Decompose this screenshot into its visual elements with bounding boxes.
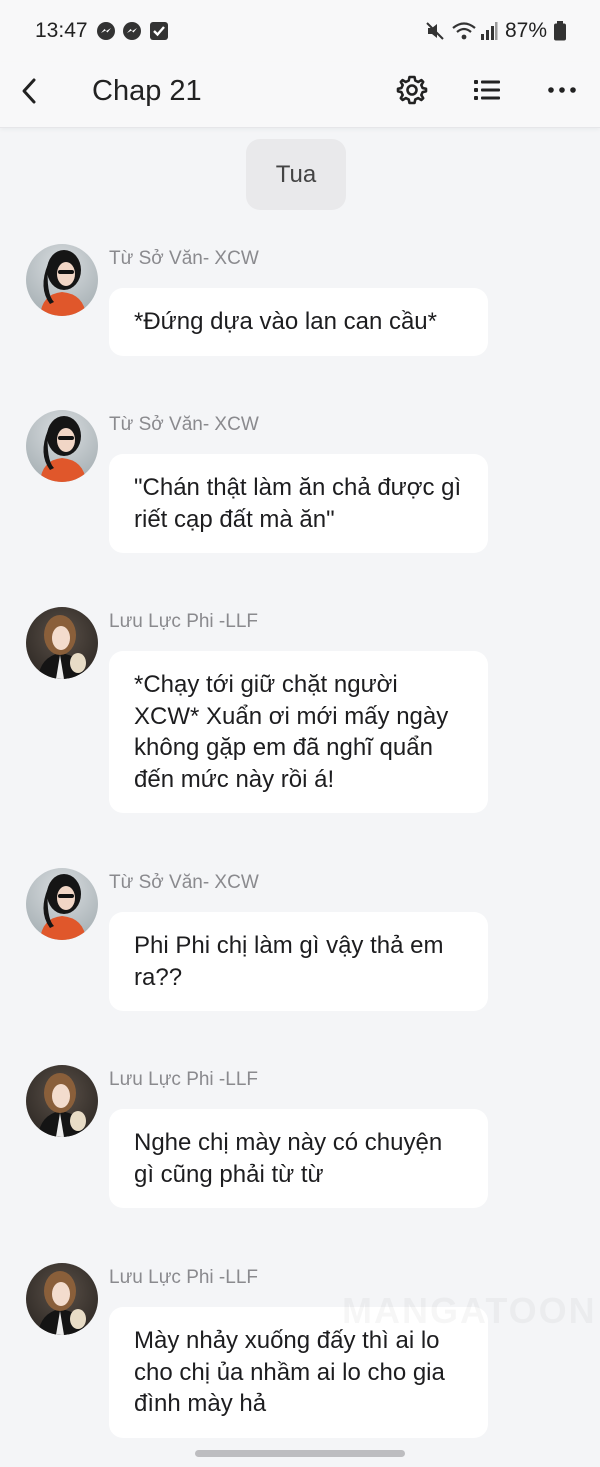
checkbox-icon: [149, 21, 169, 41]
list-icon[interactable]: [469, 72, 505, 108]
gear-icon[interactable]: [394, 72, 430, 108]
messenger-icon: [122, 21, 142, 41]
sender-name: Lưu Lực Phi -LLF: [109, 611, 259, 632]
status-bar: 13:47 87%: [0, 0, 600, 62]
sender-name: Lưu Lực Phi -LLF: [109, 1069, 259, 1090]
page-title: Chap 21: [92, 75, 202, 107]
messenger-icon: [96, 21, 116, 41]
watermark: MANGATOON: [342, 1290, 597, 1332]
message-bubble: "Chán thật làm ăn chả được gì riết cạp đ…: [109, 454, 488, 553]
message-bubble: *Đứng dựa vào lan can cầu*: [109, 288, 488, 356]
avatar-llf[interactable]: [26, 607, 98, 679]
sender-name: Từ Sở Văn- XCW: [109, 414, 259, 435]
sender-name: Từ Sở Văn- XCW: [109, 248, 259, 269]
battery-level: 87%: [505, 19, 548, 42]
back-icon[interactable]: [14, 74, 48, 108]
mute-icon: [425, 21, 445, 41]
avatar-xcw[interactable]: [26, 410, 98, 482]
message-bubble: Nghe chị mày này có chuyện gì cũng phải …: [109, 1109, 488, 1208]
home-indicator[interactable]: [195, 1450, 405, 1457]
avatar-llf[interactable]: [26, 1263, 98, 1335]
avatar-xcw[interactable]: [26, 244, 98, 316]
avatar-xcw[interactable]: [26, 868, 98, 940]
sender-name: Từ Sở Văn- XCW: [109, 872, 259, 893]
top-app-bar: Chap 21: [0, 62, 600, 128]
signal-icon: [480, 21, 498, 41]
battery-icon: [553, 21, 567, 41]
status-time: 13:47: [35, 19, 88, 42]
avatar-llf[interactable]: [26, 1065, 98, 1137]
scene-label: Tua: [246, 139, 346, 210]
message-bubble: *Chạy tới giữ chặt người XCW* Xuẩn ơi mớ…: [109, 651, 488, 813]
message-bubble: Phi Phi chị làm gì vậy thả em ra??: [109, 912, 488, 1011]
wifi-icon: [451, 21, 477, 41]
sender-name: Lưu Lực Phi -LLF: [109, 1267, 259, 1288]
more-icon[interactable]: [545, 72, 581, 108]
